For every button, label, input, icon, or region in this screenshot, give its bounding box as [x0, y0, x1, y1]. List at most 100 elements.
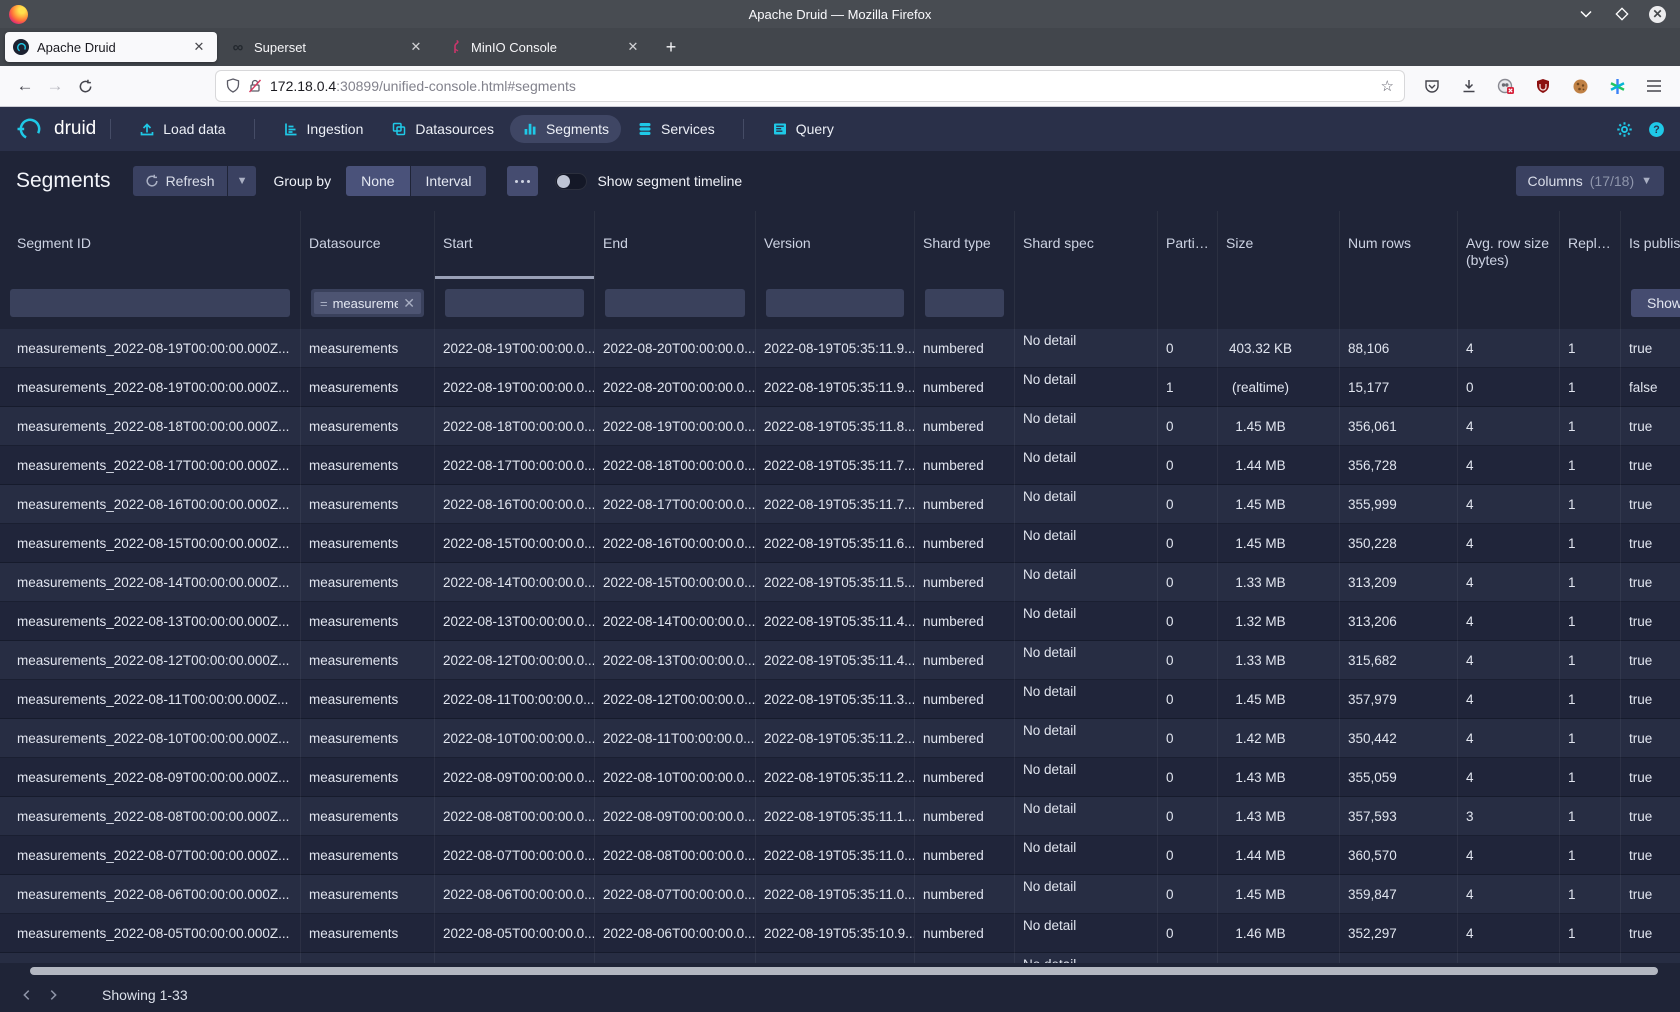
cell-replicas: 1 [1559, 407, 1620, 446]
back-button[interactable]: ← [10, 71, 40, 101]
group-by-interval-button[interactable]: Interval [411, 166, 487, 196]
cell-is_published: true [1620, 836, 1680, 875]
cell-start: 2022-08-09T00:00:00.0... [434, 758, 594, 797]
cell-end: 2022-08-09T00:00:00.0... [594, 797, 755, 836]
filter-input-start[interactable] [445, 289, 584, 317]
table-row[interactable]: measurements_2022-08-12T00:00:00.000Z...… [0, 641, 1680, 680]
table-row[interactable]: measurements_2022-08-08T00:00:00.000Z...… [0, 797, 1680, 836]
tab-close-icon[interactable]: ✕ [406, 37, 426, 57]
nav-item-datasources[interactable]: Datasources [379, 115, 506, 143]
table-row[interactable]: measurements_2022-08-15T00:00:00.000Z...… [0, 524, 1680, 563]
extension-asterisk-icon[interactable] [1602, 71, 1632, 101]
forward-button[interactable]: → [40, 71, 70, 101]
column-header-replicas[interactable]: Replicas [1559, 211, 1620, 279]
filter-input-version[interactable] [766, 289, 904, 317]
tab-close-icon[interactable]: ✕ [189, 37, 209, 57]
column-header-segment_id[interactable]: Segment ID [0, 211, 300, 279]
nav-item-load-data[interactable]: Load data [127, 115, 237, 143]
column-header-shard_spec[interactable]: Shard spec [1014, 211, 1157, 279]
column-header-num_rows[interactable]: Num rows [1339, 211, 1457, 279]
show-filter-button[interactable]: Show [1631, 289, 1680, 317]
tab-title: Apache Druid [37, 40, 181, 55]
cell-shard_type: numbered [914, 368, 1014, 407]
table-row[interactable]: measurements_2022-08-09T00:00:00.000Z...… [0, 758, 1680, 797]
cell-start: 2022-08-10T00:00:00.0... [434, 719, 594, 758]
downloads-icon[interactable] [1454, 71, 1484, 101]
cell-replicas [1559, 953, 1620, 963]
table-row[interactable]: measurements_2022-08-10T00:00:00.000Z...… [0, 719, 1680, 758]
datasource-filter-tag[interactable]: =measureme✕ [314, 292, 421, 314]
tab-close-icon[interactable]: ✕ [623, 37, 643, 57]
refresh-button[interactable]: Refresh [133, 166, 227, 196]
nav-item-segments[interactable]: Segments [510, 115, 621, 143]
previous-page-button[interactable] [14, 982, 40, 1008]
extension-badge-icon[interactable] [1491, 71, 1521, 101]
column-header-shard_type[interactable]: Shard type [914, 211, 1014, 279]
ublock-icon[interactable] [1528, 71, 1558, 101]
table-row[interactable]: measurements_2022-08-17T00:00:00.000Z...… [0, 446, 1680, 485]
table-row[interactable]: measurements_2022-08-13T00:00:00.000Z...… [0, 602, 1680, 641]
new-tab-button[interactable]: + [656, 32, 686, 62]
table-row[interactable]: measurements_2022-08-07T00:00:00.000Z...… [0, 836, 1680, 875]
url-bar[interactable]: 172.18.0.4:30899/unified-console.html#se… [216, 71, 1404, 101]
columns-picker-button[interactable]: Columns (17/18) ▼ [1516, 166, 1665, 196]
nav-item-ingestion[interactable]: Ingestion [271, 115, 376, 143]
settings-gear-icon[interactable] [1616, 121, 1633, 138]
filter-input-shard_type[interactable] [925, 289, 1004, 317]
partial-row-clip: measurements_2022-08-04T00:00:00.000Z...… [0, 953, 1680, 963]
tab-title: Superset [254, 40, 398, 55]
remove-filter-icon[interactable]: ✕ [403, 295, 415, 312]
tab-superset[interactable]: ∞ Superset ✕ [222, 32, 434, 62]
table-row[interactable]: measurements_2022-08-11T00:00:00.000Z...… [0, 680, 1680, 719]
column-header-start[interactable]: Start [434, 211, 594, 279]
reload-button[interactable] [70, 71, 100, 101]
table-row[interactable]: measurements_2022-08-06T00:00:00.000Z...… [0, 875, 1680, 914]
cell-avg_row_size: 4 [1457, 446, 1559, 485]
column-header-datasource[interactable]: Datasource [300, 211, 434, 279]
table-row[interactable]: measurements_2022-08-16T00:00:00.000Z...… [0, 485, 1680, 524]
cell-version: 2022-08-19T05:35:11.3... [755, 680, 914, 719]
cookie-icon[interactable] [1565, 71, 1595, 101]
bookmark-star-icon[interactable]: ☆ [1381, 77, 1394, 95]
cell-version: 2022-08-19T05:35:11.9... [755, 329, 914, 368]
table-row[interactable]: measurements_2022-08-05T00:00:00.000Z...… [0, 914, 1680, 953]
pocket-icon[interactable] [1417, 71, 1447, 101]
column-header-version[interactable]: Version [755, 211, 914, 279]
cell-num_rows: 350,442 [1339, 719, 1457, 758]
druid-logo[interactable]: druid [15, 114, 96, 144]
window-title: Apache Druid — Mozilla Firefox [0, 7, 1680, 22]
filter-input-segment_id[interactable] [10, 289, 290, 317]
table-row[interactable]: measurements_2022-08-19T00:00:00.000Z...… [0, 329, 1680, 368]
next-page-button[interactable] [40, 982, 66, 1008]
segment-timeline-toggle[interactable] [555, 173, 587, 190]
column-header-is_published[interactable]: Is published [1620, 211, 1680, 279]
horizontal-scrollbar-thumb[interactable] [30, 967, 1658, 975]
help-icon[interactable]: ? [1648, 121, 1665, 138]
column-header-size[interactable]: Size [1217, 211, 1339, 279]
tab-apache-druid[interactable]: Apache Druid ✕ [5, 32, 217, 62]
refresh-dropdown-button[interactable]: ▼ [228, 166, 257, 196]
nav-item-services[interactable]: Services [625, 115, 727, 143]
table-row[interactable]: measurements_2022-08-04T00:00:00.000Z...… [0, 953, 1680, 963]
column-header-partition[interactable]: Partition [1157, 211, 1217, 279]
more-options-button[interactable] [507, 166, 538, 196]
window-minimize-button[interactable] [1577, 5, 1595, 23]
window-close-button[interactable]: ✕ [1649, 6, 1666, 23]
nav-item-query[interactable]: Query [760, 115, 846, 143]
filter-input-datasource[interactable]: =measureme✕ [311, 289, 424, 317]
cell-shard_type: numbered [914, 485, 1014, 524]
hamburger-menu-icon[interactable] [1639, 71, 1669, 101]
table-row[interactable]: measurements_2022-08-19T00:00:00.000Z...… [0, 368, 1680, 407]
cell-end: 2022-08-16T00:00:00.0... [594, 524, 755, 563]
minio-favicon [447, 39, 463, 55]
cell-is_published: false [1620, 368, 1680, 407]
table-row[interactable]: measurements_2022-08-14T00:00:00.000Z...… [0, 563, 1680, 602]
table-row[interactable]: measurements_2022-08-18T00:00:00.000Z...… [0, 407, 1680, 446]
column-header-avg_row_size[interactable]: Avg. row size (bytes) [1457, 211, 1559, 279]
filter-input-end[interactable] [605, 289, 745, 317]
tab-minio-console[interactable]: MinIO Console ✕ [439, 32, 651, 62]
group-by-none-button[interactable]: None [346, 166, 409, 196]
browser-toolbar: ← → 172.18.0.4:30899/unified-console.htm… [0, 66, 1680, 107]
window-maximize-button[interactable] [1613, 5, 1631, 23]
column-header-end[interactable]: End [594, 211, 755, 279]
